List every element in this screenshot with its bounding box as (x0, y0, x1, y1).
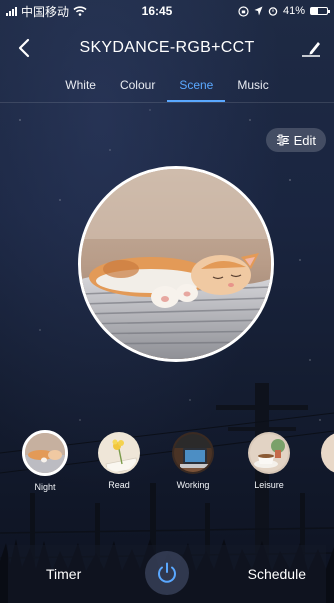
power-icon (158, 562, 176, 583)
sleeping-cat-image (81, 169, 271, 359)
night-scene-thumbnail (22, 430, 68, 476)
chevron-left-icon (18, 38, 30, 58)
scene-label: Working (176, 480, 210, 490)
location-icon (254, 6, 263, 16)
scene-label: Night (34, 482, 56, 492)
sleeping-cat-thumb (25, 433, 65, 473)
wifi-icon (73, 6, 87, 16)
status-right: 41% (208, 5, 330, 17)
tab-scene[interactable]: Scene (167, 76, 226, 102)
scene-item-read[interactable]: Read (89, 432, 149, 490)
battery-icon (310, 7, 330, 15)
page-title: SKYDANCE-RGB+CCT (79, 39, 255, 56)
bottom-bar: Timer Schedule (8, 545, 326, 603)
tab-white[interactable]: White (53, 76, 108, 102)
partial-scene-thumbnail (321, 432, 334, 474)
battery-percent: 41% (282, 5, 305, 17)
tab-divider (0, 102, 334, 103)
cellular-signal-icon (6, 6, 17, 16)
schedule-button[interactable]: Schedule (248, 566, 306, 582)
header: SKYDANCE-RGB+CCT (0, 30, 334, 66)
scene-item-partial[interactable] (312, 432, 334, 474)
scene-item-working[interactable]: Working (163, 432, 223, 490)
working-scene-thumbnail (172, 432, 214, 474)
carrier-name: 中国移动 (21, 4, 70, 19)
leisure-scene-thumbnail (248, 432, 290, 474)
edit-label: Edit (293, 132, 316, 148)
scene-list: Night Read Working Leisure (0, 430, 334, 502)
scene-label: Read (108, 480, 130, 490)
status-bar: 中国移动 16:45 41% (0, 0, 334, 22)
tab-music[interactable]: Music (225, 76, 280, 102)
sliders-icon (276, 134, 289, 146)
scene-label: Leisure (254, 480, 284, 490)
scene-item-night[interactable]: Night (15, 430, 75, 492)
rotation-lock-icon (238, 5, 249, 17)
alarm-icon (268, 7, 278, 16)
app-screen: 中国移动 16:45 41% SKYDANCE-RGB+CCT White Co… (0, 0, 334, 603)
laptop-desk-thumb (174, 434, 212, 472)
battery-fill (311, 8, 318, 14)
selected-scene-preview (78, 166, 274, 362)
timer-button[interactable]: Timer (46, 566, 81, 582)
tea-cup-thumb (250, 434, 288, 472)
read-scene-thumbnail (98, 432, 140, 474)
scene-item-leisure[interactable]: Leisure (239, 432, 299, 490)
pencil-icon (302, 42, 320, 57)
power-button[interactable] (145, 551, 189, 595)
tab-colour[interactable]: Colour (108, 76, 167, 102)
back-button[interactable] (12, 34, 36, 62)
edit-scene-button[interactable]: Edit (265, 128, 326, 152)
flower-book-thumb (100, 434, 138, 472)
mode-tabs: White Colour Scene Music (0, 76, 334, 102)
status-time: 16:45 (141, 4, 173, 18)
edit-device-button[interactable] (298, 34, 324, 62)
